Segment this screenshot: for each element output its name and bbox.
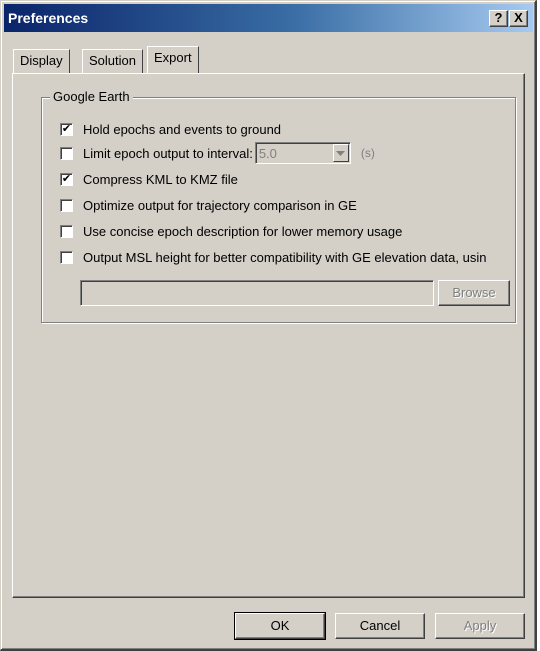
- geoid-path-field[interactable]: [80, 280, 434, 306]
- checkbox-compress-kml[interactable]: ✔: [60, 172, 73, 186]
- close-icon[interactable]: X: [509, 10, 528, 27]
- option-compress-kml-label: Compress KML to KMZ file: [83, 171, 238, 187]
- window-title: Preferences: [8, 10, 89, 26]
- tab-display-label: Display: [20, 53, 63, 68]
- title-bar[interactable]: Preferences ? X: [4, 4, 533, 32]
- tab-export-label: Export: [154, 50, 192, 65]
- interval-value: 5.0: [258, 145, 277, 161]
- option-limit-interval[interactable]: Limit epoch output to interval: 5.0 (s): [60, 142, 375, 164]
- option-concise-description[interactable]: Use concise epoch description for lower …: [60, 222, 402, 240]
- option-concise-description-label: Use concise epoch description for lower …: [83, 223, 403, 239]
- google-earth-group: Google Earth ✔ Hold epochs and events to…: [41, 89, 516, 323]
- group-title: Google Earth: [50, 89, 133, 104]
- option-compress-kml[interactable]: ✔ Compress KML to KMZ file: [60, 170, 238, 188]
- tab-export[interactable]: Export: [147, 46, 199, 73]
- chevron-down-icon[interactable]: [332, 144, 349, 162]
- ok-button[interactable]: OK: [234, 612, 326, 640]
- preferences-dialog: Preferences ? X Display Solution Export …: [0, 0, 537, 651]
- checkbox-msl-height[interactable]: [60, 250, 73, 264]
- cancel-button[interactable]: Cancel: [335, 613, 425, 639]
- checkbox-concise-description[interactable]: [60, 224, 73, 238]
- option-optimize-trajectory[interactable]: Optimize output for trajectory compariso…: [60, 196, 357, 214]
- checkbox-optimize-trajectory[interactable]: [60, 198, 73, 212]
- option-hold-epochs[interactable]: ✔ Hold epochs and events to ground: [60, 120, 281, 138]
- browse-button[interactable]: Browse: [438, 280, 510, 306]
- apply-button[interactable]: Apply: [435, 613, 525, 639]
- option-msl-height-label: Output MSL height for better compatibili…: [83, 249, 487, 265]
- tab-display[interactable]: Display: [13, 49, 70, 73]
- interval-select[interactable]: 5.0: [254, 142, 351, 164]
- option-optimize-trajectory-label: Optimize output for trajectory compariso…: [83, 197, 357, 213]
- export-tab-panel: Google Earth ✔ Hold epochs and events to…: [12, 73, 525, 598]
- tab-solution[interactable]: Solution: [82, 49, 143, 73]
- checkbox-hold-epochs[interactable]: ✔: [60, 122, 73, 136]
- interval-unit: (s): [360, 146, 375, 160]
- option-hold-epochs-label: Hold epochs and events to ground: [83, 121, 282, 137]
- option-msl-height[interactable]: Output MSL height for better compatibili…: [60, 248, 515, 266]
- checkbox-limit-interval[interactable]: [60, 146, 73, 160]
- tab-solution-label: Solution: [89, 53, 136, 68]
- option-limit-interval-label: Limit epoch output to interval:: [83, 145, 253, 161]
- help-icon[interactable]: ?: [489, 10, 508, 27]
